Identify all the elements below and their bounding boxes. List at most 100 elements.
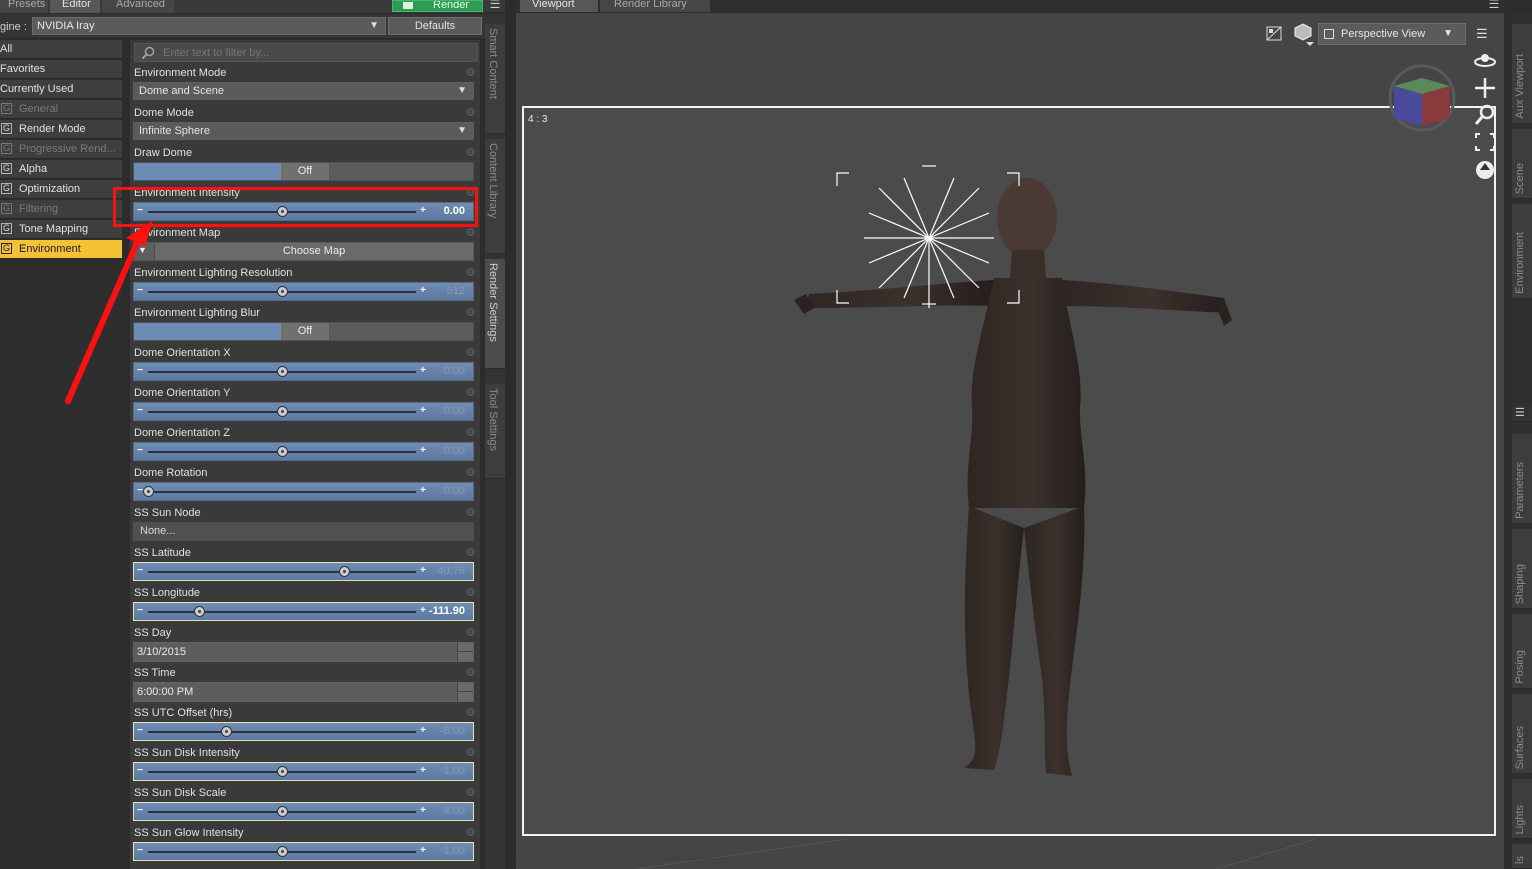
side-tab-parameters[interactable]: Parameters — [1512, 434, 1532, 524]
slider-value[interactable]: 40.76 — [437, 563, 465, 580]
plus-icon[interactable]: + — [420, 763, 426, 779]
filter-input[interactable] — [163, 45, 463, 60]
gear-icon[interactable]: ⚙ — [465, 708, 476, 719]
slider-value[interactable]: 1.00 — [444, 763, 465, 780]
gear-icon[interactable]: ⚙ — [465, 788, 476, 799]
gear-icon[interactable]: ⚙ — [465, 508, 476, 519]
plus-icon[interactable]: + — [420, 403, 426, 419]
slider-knob[interactable] — [277, 806, 288, 817]
pan-icon[interactable] — [1475, 78, 1495, 98]
minus-icon[interactable]: − — [137, 403, 143, 419]
slider-knob[interactable] — [338, 566, 350, 577]
side-tab-render-settings[interactable]: Render Settings — [485, 259, 505, 369]
category-progressive-rend[interactable]: G Progressive Rend... — [0, 140, 122, 159]
environment-lighting-blur-toggle[interactable]: Off — [133, 322, 474, 341]
slider-knob[interactable] — [277, 766, 288, 777]
tab-presets[interactable]: Presets — [0, 0, 48, 13]
minus-icon[interactable]: − — [137, 363, 143, 379]
plus-icon[interactable]: + — [420, 563, 426, 579]
slider-value[interactable]: 0.00 — [444, 403, 465, 420]
minus-icon[interactable]: − — [137, 723, 143, 739]
minus-icon[interactable]: − — [137, 563, 143, 579]
ss-sun-disk-scale-slider[interactable]: − +4.00 — [133, 802, 474, 821]
ss-utc-offset-hrs-slider[interactable]: − + -6.00 — [133, 722, 474, 741]
side-tab-surfaces[interactable]: Surfaces — [1512, 694, 1532, 774]
slider-knob[interactable] — [277, 406, 288, 417]
environment-mode-dropdown[interactable]: Dome and Scene ▼ — [133, 82, 474, 100]
ss-day-field[interactable]: 3/10/2015 — [133, 642, 474, 662]
plus-icon[interactable]: + — [420, 723, 426, 739]
choose-map-button[interactable]: Choose Map — [154, 243, 473, 260]
side-tab-tool-settings[interactable]: Tool Settings — [485, 384, 505, 479]
spinner-icon[interactable] — [457, 643, 473, 661]
gear-icon[interactable]: ⚙ — [465, 308, 476, 319]
gear-icon[interactable]: ⚙ — [465, 68, 476, 79]
filter-box[interactable] — [134, 43, 478, 62]
viewport-options-icon[interactable]: ☰ — [1476, 27, 1492, 41]
side-tab-content-library[interactable]: Content Library — [485, 139, 505, 254]
ss-longitude-slider[interactable]: − + -111.90 — [133, 602, 474, 621]
minus-icon[interactable]: − — [137, 603, 143, 619]
slider-knob[interactable] — [277, 846, 288, 857]
reset-view-icon[interactable] — [1476, 161, 1494, 179]
slider-knob[interactable] — [277, 366, 288, 377]
side-tab-scene[interactable]: Scene — [1512, 129, 1532, 199]
slider-value[interactable]: 512 — [447, 283, 465, 300]
draw-style-icon[interactable] — [1266, 26, 1284, 42]
minus-icon[interactable]: − — [137, 803, 143, 819]
ss-sun-node-field[interactable]: None... — [133, 522, 474, 541]
ss-sun-glow-intensity-slider[interactable]: − +1.00 — [133, 842, 474, 861]
slider-value[interactable]: -6.00 — [440, 723, 465, 740]
ss-sun-disk-intensity-slider[interactable]: − +1.00 — [133, 762, 474, 781]
slider-knob[interactable] — [193, 606, 205, 617]
side-tab-smart-content[interactable]: Smart Content — [485, 24, 505, 134]
side-tab-lights[interactable]: Lights — [1512, 779, 1532, 839]
category-alpha[interactable]: G Alpha — [0, 160, 122, 179]
ss-latitude-slider[interactable]: − +40.76 — [133, 562, 474, 581]
slider-value[interactable]: 1.00 — [444, 843, 465, 860]
draw-dome-toggle[interactable]: Off — [133, 162, 474, 181]
tab-advanced[interactable]: Advanced — [102, 0, 174, 13]
panel-menu-icon[interactable]: ☰ — [485, 0, 505, 12]
spinner-icon[interactable] — [457, 683, 473, 701]
slider-value[interactable]: 4.00 — [444, 803, 465, 820]
plus-icon[interactable]: + — [420, 843, 426, 859]
tab-viewport[interactable]: Viewport — [520, 0, 598, 12]
dome-orientation-x-slider[interactable]: − +0.00 — [133, 362, 474, 381]
gear-icon[interactable]: ⚙ — [465, 268, 476, 279]
dome-orientation-y-slider[interactable]: − +0.00 — [133, 402, 474, 421]
category-currently-used[interactable]: Currently Used — [0, 80, 122, 99]
slider-track[interactable] — [148, 731, 416, 733]
gear-icon[interactable]: ⚙ — [465, 548, 476, 559]
engine-select[interactable]: NVIDIA Iray ▼ — [32, 17, 386, 35]
zoom-icon[interactable] — [1474, 104, 1495, 125]
side-tab-aux-viewport[interactable]: Aux Viewport — [1512, 24, 1532, 124]
category-filtering[interactable]: G Filtering — [0, 200, 122, 219]
gear-icon[interactable]: ⚙ — [465, 828, 476, 839]
orbit-icon[interactable] — [1474, 54, 1496, 67]
viewport-menu-icon[interactable]: ☰ — [1486, 0, 1502, 12]
gear-icon[interactable]: ⚙ — [465, 148, 476, 159]
tab-render-library[interactable]: Render Library — [600, 0, 710, 12]
tab-editor[interactable]: Editor — [50, 0, 100, 13]
environment-lighting-resolution-slider[interactable]: − +512 — [133, 282, 474, 301]
gear-icon[interactable]: ⚙ — [465, 228, 476, 239]
category-tone-mapping[interactable]: G Tone Mapping — [0, 220, 122, 239]
slider-track[interactable] — [148, 571, 416, 573]
plus-icon[interactable]: + — [420, 603, 426, 619]
chevron-down-icon[interactable]: ▼ — [138, 245, 147, 255]
side-tab-environment[interactable]: Environment — [1512, 204, 1532, 299]
slider-knob[interactable] — [143, 486, 154, 497]
toggle-state[interactable]: Off — [280, 323, 330, 340]
dome-orientation-z-slider[interactable]: − +0.00 — [133, 442, 474, 461]
slider-knob[interactable] — [220, 726, 232, 737]
camera-cube-icon[interactable] — [1292, 22, 1314, 48]
slider-value[interactable]: -111.90 — [429, 603, 465, 620]
dome-mode-dropdown[interactable]: Infinite Sphere ▼ — [133, 122, 474, 140]
gear-icon[interactable]: ⚙ — [465, 588, 476, 599]
minus-icon[interactable]: − — [137, 763, 143, 779]
category-render-mode[interactable]: G Render Mode — [0, 120, 122, 139]
minus-icon[interactable]: − — [137, 843, 143, 859]
gear-icon[interactable]: ⚙ — [465, 428, 476, 439]
minus-icon[interactable]: − — [137, 483, 143, 499]
